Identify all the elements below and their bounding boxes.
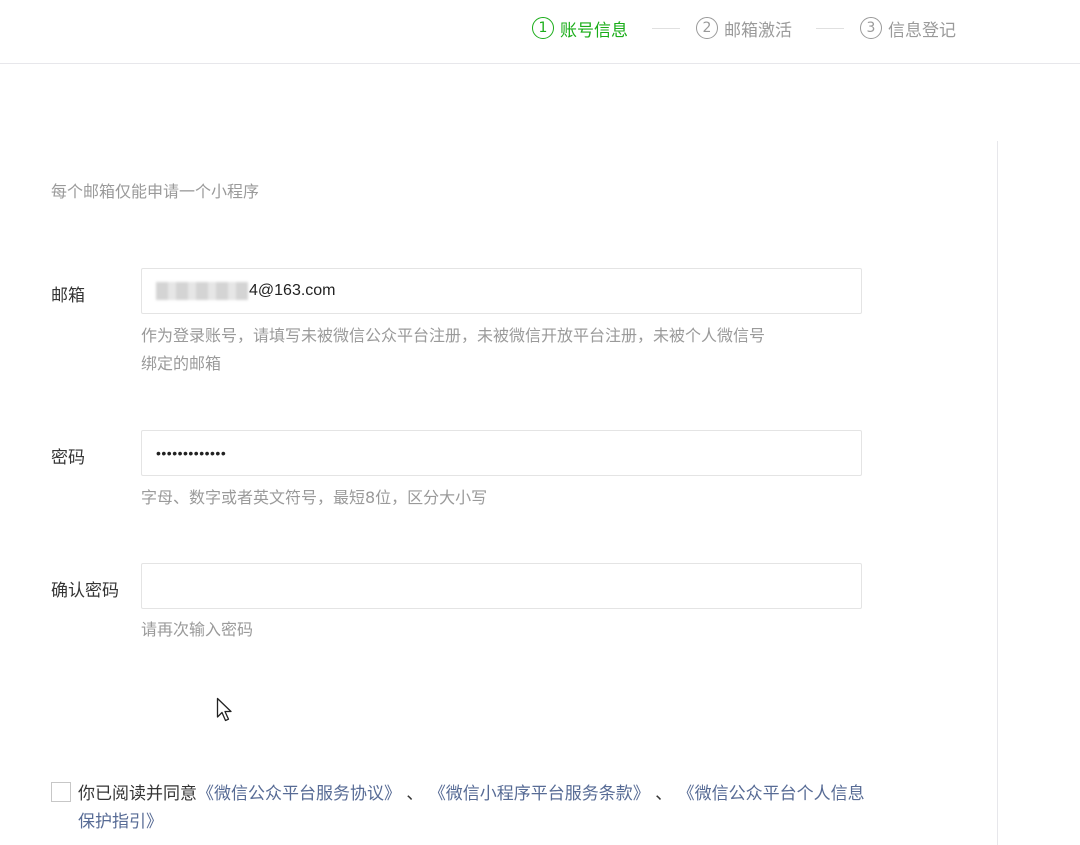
service-agreement-link[interactable]: 《微信公众平台服务协议》 bbox=[197, 784, 401, 804]
step-number: 1 bbox=[532, 17, 554, 39]
email-tip: 作为登录账号，请填写未被微信公众平台注册，未被微信开放平台注册，未被个人微信号 … bbox=[141, 322, 881, 378]
step-label: 账号信息 bbox=[560, 20, 628, 41]
mini-program-terms-link[interactable]: 《微信小程序平台服务条款》 bbox=[429, 784, 650, 804]
mouse-cursor-icon bbox=[216, 697, 232, 722]
step-email-activation: 2 邮箱激活 bbox=[696, 15, 792, 41]
email-tip-line: 作为登录账号，请填写未被微信公众平台注册，未被微信开放平台注册，未被个人微信号 bbox=[141, 326, 766, 345]
form-top-hint: 每个邮箱仅能申请一个小程序 bbox=[51, 182, 260, 201]
step-number: 3 bbox=[860, 17, 882, 39]
confirm-password-label: 确认密码 bbox=[51, 581, 119, 601]
password-masked-value: ••••••••••••• bbox=[156, 445, 227, 461]
email-value-suffix: 4@163.com bbox=[249, 282, 336, 299]
email-tip-line: 绑定的邮箱 bbox=[141, 354, 222, 373]
agreement-row: 你已阅读并同意《微信公众平台服务协议》 、 《微信小程序平台服务条款》 、 《微… bbox=[51, 780, 871, 836]
step-label: 信息登记 bbox=[888, 20, 956, 41]
step-info-registration: 3 信息登记 bbox=[860, 15, 956, 41]
password-input[interactable]: ••••••••••••• bbox=[141, 430, 862, 476]
step-label: 邮箱激活 bbox=[724, 20, 792, 41]
agreement-text: 你已阅读并同意《微信公众平台服务协议》 、 《微信小程序平台服务条款》 、 《微… bbox=[51, 780, 871, 836]
email-input[interactable]: 4@163.com bbox=[141, 268, 862, 314]
step-bar: 1 账号信息 2 邮箱激活 3 信息登记 bbox=[0, 0, 1080, 64]
vertical-divider bbox=[997, 141, 998, 845]
redacted-email-prefix bbox=[156, 282, 248, 300]
password-tip: 字母、数字或者英文符号，最短8位，区分大小写 bbox=[141, 488, 488, 507]
password-label: 密码 bbox=[51, 448, 85, 468]
step-account-info: 1 账号信息 bbox=[532, 15, 628, 41]
step-connector bbox=[816, 28, 844, 29]
step-connector bbox=[652, 28, 680, 29]
agreement-separator: 、 bbox=[401, 784, 424, 804]
agreement-prefix: 你已阅读并同意 bbox=[78, 784, 197, 804]
confirm-password-input[interactable] bbox=[141, 563, 862, 609]
agreement-checkbox[interactable] bbox=[51, 782, 71, 802]
step-number: 2 bbox=[696, 17, 718, 39]
email-label: 邮箱 bbox=[51, 286, 85, 306]
agreement-separator: 、 bbox=[649, 784, 673, 804]
confirm-password-tip: 请再次输入密码 bbox=[141, 620, 254, 639]
